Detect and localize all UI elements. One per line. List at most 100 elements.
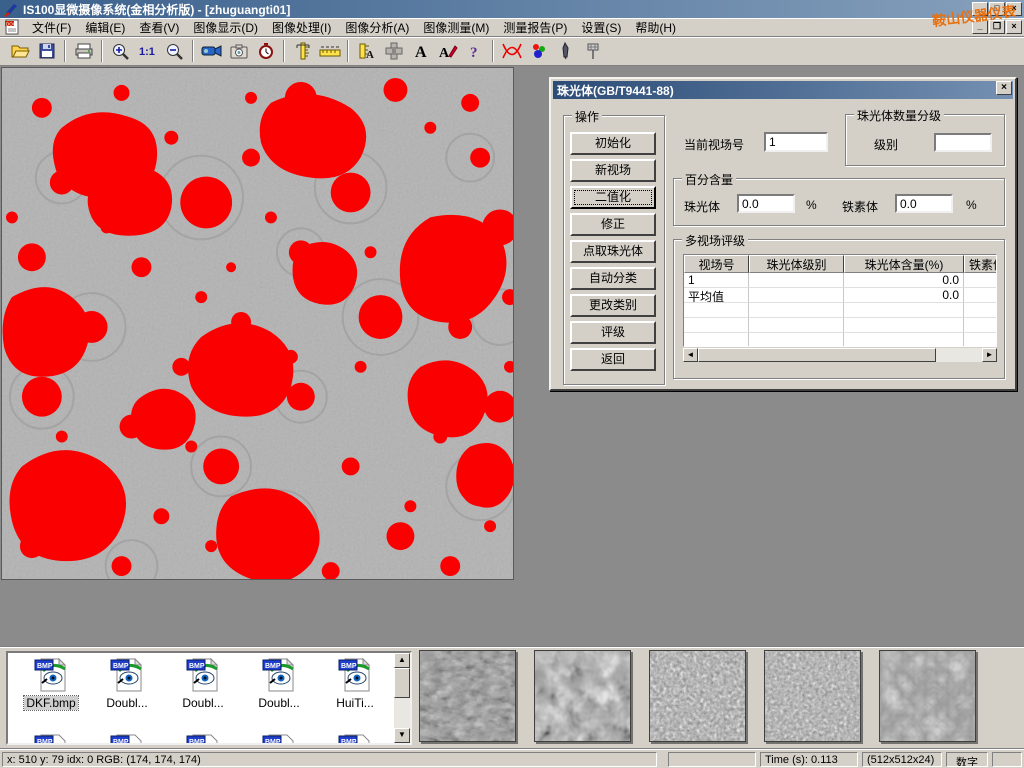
file-item[interactable]: BMP Doubl... (168, 657, 238, 710)
specimen-image[interactable] (1, 67, 514, 580)
menu-image-display[interactable]: 图像显示(D) (186, 17, 265, 38)
file-name[interactable]: Doubl... (104, 696, 149, 710)
title-bar[interactable]: IS100显微摄像系统(金相分析版) - [zhuguangti01] _ □ … (0, 0, 1024, 18)
file-item[interactable]: BMP Doubl... (244, 657, 314, 710)
file-item[interactable]: BMP (320, 733, 390, 745)
scrollbar-thumb[interactable] (394, 668, 410, 698)
image-merge-icon[interactable] (380, 39, 407, 64)
dialog-title-bar[interactable]: 珠光体(GB/T9441-88) (553, 81, 1013, 99)
curve-measure-icon[interactable] (498, 39, 525, 64)
thumbnail-2[interactable] (534, 650, 631, 742)
menu-view[interactable]: 查看(V) (132, 17, 186, 38)
file-item[interactable]: BMP Doubl... (92, 657, 162, 710)
child-minimize-button[interactable]: _ (972, 20, 988, 34)
maximize-button[interactable]: □ (989, 2, 1005, 16)
thumbnail-3[interactable] (649, 650, 746, 742)
correct-button[interactable]: 修正 (570, 213, 656, 236)
pick-pearlite-button[interactable]: 点取珠光体 (570, 240, 656, 263)
menu-image-process[interactable]: 图像处理(I) (265, 17, 338, 38)
zoom-out-icon[interactable] (161, 39, 188, 64)
file-item[interactable]: BMP HuiTi... (320, 657, 390, 710)
return-button[interactable]: 返回 (570, 348, 656, 371)
capture-icon[interactable] (225, 39, 252, 64)
file-list-scrollbar[interactable]: ▲ ▼ (394, 653, 410, 743)
thumbnail-1[interactable] (419, 650, 516, 742)
phase-color-icon[interactable] (525, 39, 552, 64)
table-horizontal-scrollbar[interactable]: ◄ ► (683, 348, 997, 362)
text-edit-icon[interactable]: A (434, 39, 461, 64)
status-empty-2 (992, 752, 1022, 767)
file-item[interactable]: BMP (244, 733, 314, 745)
vertical-caliper-icon[interactable] (289, 39, 316, 64)
zoom-in-icon[interactable] (107, 39, 134, 64)
file-item[interactable]: BMP (92, 733, 162, 745)
scroll-left-icon[interactable]: ◄ (683, 348, 698, 362)
measure-label-icon[interactable]: A (353, 39, 380, 64)
change-class-button[interactable]: 更改类别 (570, 294, 656, 317)
child-restore-button[interactable]: ❐ (989, 20, 1005, 34)
window-title: IS100显微摄像系统(金相分析版) - [zhuguangti01] (23, 1, 290, 18)
bottom-panel: BMP DKF.bmp BMP Doubl... BMP Doubl... BM… (0, 646, 1024, 748)
menu-file[interactable]: 文件(F) (25, 17, 78, 38)
table-row[interactable]: 平均值 0.0 (684, 288, 996, 303)
menu-edit[interactable]: 编辑(E) (78, 17, 132, 38)
file-name[interactable]: DKF.bmp (24, 696, 77, 710)
pearlite-dialog: 珠光体(GB/T9441-88) × 操作 初始化 新视场 二值化 修正 点取珠… (549, 77, 1017, 391)
dialog-close-button[interactable]: × (996, 81, 1012, 95)
save-icon[interactable] (33, 39, 60, 64)
scroll-up-icon[interactable]: ▲ (394, 653, 410, 668)
thumbnail-4[interactable] (764, 650, 861, 742)
menu-image-analysis[interactable]: 图像分析(A) (338, 17, 416, 38)
close-button[interactable]: × (1006, 2, 1022, 16)
pearlite-percent-input[interactable] (737, 194, 795, 213)
file-item[interactable]: BMP (168, 733, 238, 745)
new-field-button[interactable]: 新视场 (570, 159, 656, 182)
toolbar-separator (492, 40, 494, 62)
initialize-button[interactable]: 初始化 (570, 132, 656, 155)
cell-field-no: 平均值 (684, 288, 749, 303)
binarize-button[interactable]: 二值化 (570, 186, 656, 209)
file-item[interactable]: BMP DKF.bmp (16, 657, 86, 710)
menu-image-measure[interactable]: 图像测量(M) (416, 17, 496, 38)
grid-brush-icon[interactable] (579, 39, 606, 64)
video-camera-icon[interactable] (198, 39, 225, 64)
horizontal-ruler-icon[interactable] (316, 39, 343, 64)
thumbnail-5[interactable] (879, 650, 976, 742)
auto-classify-button[interactable]: 自动分类 (570, 267, 656, 290)
rating-table[interactable]: 视场号 珠光体级别 珠光体含量(%) 铁素体 1 0.0 平均值 0.0 (683, 254, 997, 347)
scrollbar-thumb[interactable] (698, 348, 936, 362)
scroll-down-icon[interactable]: ▼ (394, 728, 410, 743)
text-annotate-icon[interactable]: A (407, 39, 434, 64)
toolbar-separator (101, 40, 103, 62)
ferrite-percent-input[interactable] (895, 194, 953, 213)
bmp-file-icon: BMP (261, 657, 297, 693)
document-icon: DOC (4, 19, 21, 35)
operation-group-label: 操作 (572, 108, 602, 125)
bmp-file-icon: BMP (337, 733, 373, 745)
draw-pen-icon[interactable] (552, 39, 579, 64)
help-icon[interactable]: ? (461, 39, 488, 64)
rate-button[interactable]: 评级 (570, 321, 656, 344)
menu-settings[interactable]: 设置(S) (574, 17, 628, 38)
minimize-button[interactable]: _ (972, 2, 988, 16)
file-name[interactable]: Doubl... (256, 696, 301, 710)
svg-text:BMP: BMP (37, 663, 53, 670)
cell-level (749, 288, 844, 303)
file-name[interactable]: Doubl... (180, 696, 225, 710)
child-close-button[interactable]: × (1006, 20, 1022, 34)
current-field-input[interactable] (764, 132, 828, 152)
menu-help[interactable]: 帮助(H) (628, 17, 683, 38)
scroll-right-icon[interactable]: ► (982, 348, 997, 362)
table-row[interactable]: 1 0.0 (684, 273, 996, 288)
print-icon[interactable] (70, 39, 97, 64)
bmp-file-icon: BMP (185, 733, 221, 745)
grading-group-label: 珠光体数量分级 (854, 107, 944, 124)
actual-size-icon[interactable]: 1:1 (134, 39, 161, 64)
level-input[interactable] (934, 133, 992, 152)
file-list[interactable]: BMP DKF.bmp BMP Doubl... BMP Doubl... BM… (6, 651, 412, 745)
timer-icon[interactable] (252, 39, 279, 64)
menu-report[interactable]: 测量报告(P) (496, 17, 574, 38)
file-name[interactable]: HuiTi... (334, 696, 376, 710)
file-item[interactable]: BMP (16, 733, 86, 745)
open-file-icon[interactable] (6, 39, 33, 64)
